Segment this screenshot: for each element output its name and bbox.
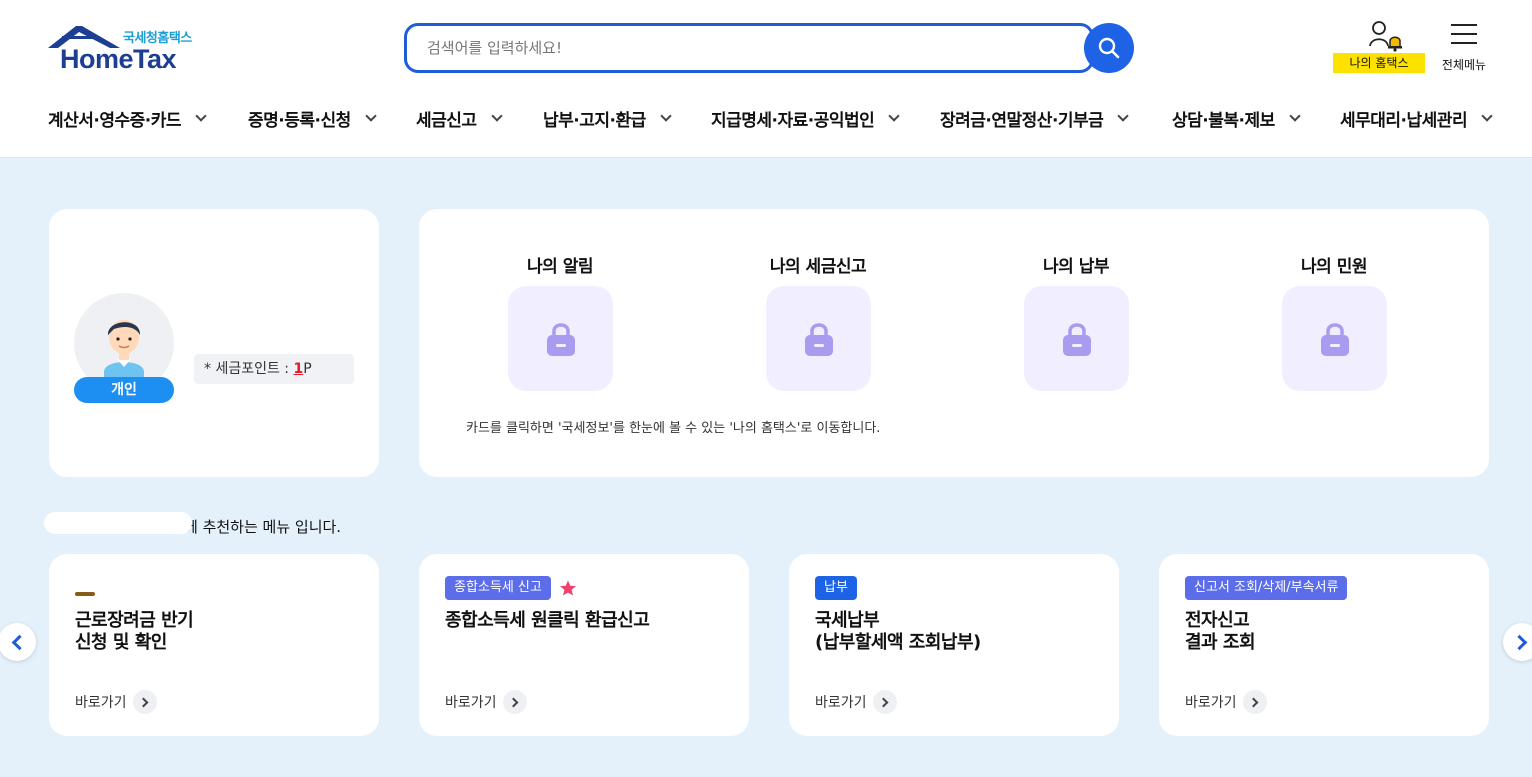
card-title: 종합소득세 원클릭 환급신고 — [445, 610, 650, 631]
card-tag: 신고서 조회/삭제/부속서류 — [1185, 576, 1348, 600]
chevron-down-icon — [888, 109, 900, 122]
card-tagline: 종합소득세 신고 — [445, 576, 577, 600]
my-hometax-button[interactable]: 나의 홈택스 — [1333, 20, 1425, 74]
all-menu-label: 전체메뉴 — [1441, 58, 1487, 72]
user-bell-icon — [1369, 20, 1403, 56]
lock-box — [1282, 286, 1387, 391]
go-link[interactable]: 바로가기 — [1185, 690, 1267, 714]
search-box — [404, 23, 1094, 73]
card-tag: 납부 — [815, 576, 857, 600]
go-label: 바로가기 — [445, 695, 497, 711]
chevron-left-icon — [11, 634, 28, 650]
chevron-down-icon — [365, 109, 377, 122]
gnb-item-incentives[interactable]: 장려금·연말정산·기부금 — [940, 104, 1129, 132]
chevron-down-icon — [1289, 109, 1301, 122]
carousel-next-button[interactable] — [1503, 623, 1532, 661]
go-link[interactable]: 바로가기 — [815, 690, 897, 714]
header: 국세청홈택스 HomeTax 나의 홈택스 전체메뉴 계산서·영수증·카드 증명… — [0, 0, 1532, 158]
my-item-title: 나의 세금신고 — [769, 257, 867, 277]
logo-title: HomeTax — [60, 44, 177, 74]
gnb-label: 세금신고 — [416, 110, 477, 131]
card-title: 국세납부 (납부할세액 조회납부) — [815, 610, 981, 653]
go-link[interactable]: 바로가기 — [445, 690, 527, 714]
go-link[interactable]: 바로가기 — [75, 690, 157, 714]
card-tagline — [75, 576, 95, 600]
my-item-title: 나의 민원 — [1301, 257, 1367, 277]
gnb-item-payment[interactable]: 납부·고지·환급 — [543, 104, 672, 132]
tax-points-value[interactable]: 1 — [293, 361, 303, 377]
my-hometax-label: 나의 홈택스 — [1333, 53, 1425, 73]
gnb-item-tax-agent[interactable]: 세무대리·납세관리 — [1340, 104, 1493, 132]
my-alerts-item[interactable]: 나의 알림 — [480, 252, 640, 392]
search-input[interactable] — [427, 36, 1067, 60]
gnb-label: 세무대리·납세관리 — [1340, 110, 1468, 131]
masked-username — [44, 512, 192, 534]
gnb-label: 계산서·영수증·카드 — [48, 110, 182, 131]
lock-box — [766, 286, 871, 391]
gnb-item-receipts[interactable]: 계산서·영수증·카드 — [48, 104, 207, 132]
recommend-card[interactable]: 근로장려금 반기 신청 및 확인 바로가기 — [49, 554, 379, 736]
hamburger-icon — [1451, 24, 1477, 51]
hometax-logo[interactable]: 국세청홈택스 HomeTax — [48, 24, 203, 76]
card-tag: 종합소득세 신고 — [445, 576, 551, 600]
gnb-label: 증명·등록·신청 — [248, 110, 351, 131]
go-label: 바로가기 — [815, 695, 867, 711]
chevron-down-icon — [195, 109, 207, 122]
all-menu-button[interactable]: 전체메뉴 — [1437, 20, 1491, 74]
my-civil-petition-item[interactable]: 나의 민원 — [1254, 252, 1414, 392]
tag-dash — [75, 592, 95, 596]
my-tax-report-item[interactable]: 나의 세금신고 — [738, 252, 898, 392]
chevron-down-icon — [1481, 109, 1493, 122]
gnb-label: 상담·불복·제보 — [1172, 110, 1275, 131]
profile-card: 개인 * 세금포인트 : 1P — [49, 209, 379, 477]
gnb-item-consulting[interactable]: 상담·불복·제보 — [1172, 104, 1301, 132]
star-icon — [559, 580, 576, 596]
gnb-item-statements[interactable]: 지급명세·자료·공익법인 — [711, 104, 900, 132]
chevron-right-icon — [1242, 690, 1267, 714]
my-hometax-card: 나의 알림 나의 세금신고 나의 납부 나의 민원 카드를 클릭하면 '국세정보… — [419, 209, 1489, 477]
lock-icon — [804, 322, 833, 356]
tax-points-label: * 세금포인트 : — [204, 361, 294, 377]
go-label: 바로가기 — [1185, 695, 1237, 711]
chevron-down-icon — [490, 109, 503, 122]
chevron-right-icon — [132, 690, 157, 714]
card-tagline: 납부 — [815, 576, 857, 600]
gnb-item-tax-report[interactable]: 세금신고 — [416, 104, 503, 132]
lock-icon — [546, 322, 575, 356]
recommend-card[interactable]: 납부 국세납부 (납부할세액 조회납부) 바로가기 — [789, 554, 1119, 736]
lock-box — [508, 286, 613, 391]
lock-icon — [1320, 322, 1349, 356]
tax-points[interactable]: * 세금포인트 : 1P — [194, 354, 354, 384]
lock-icon — [1062, 322, 1091, 356]
chevron-down-icon — [1117, 109, 1129, 122]
recommend-card[interactable]: 신고서 조회/삭제/부속서류 전자신고 결과 조회 바로가기 — [1159, 554, 1489, 736]
chevron-down-icon — [660, 109, 672, 122]
tax-points-unit: P — [303, 361, 312, 377]
my-payment-item[interactable]: 나의 납부 — [996, 252, 1156, 392]
carousel-prev-button[interactable] — [0, 623, 36, 661]
card-title: 근로장려금 반기 신청 및 확인 — [75, 610, 194, 653]
go-label: 바로가기 — [75, 695, 127, 711]
search-button[interactable] — [1084, 23, 1134, 73]
global-nav: 계산서·영수증·카드 증명·등록·신청 세금신고 납부·고지·환급 지급명세·자… — [0, 104, 1532, 134]
gnb-label: 납부·고지·환급 — [543, 110, 646, 131]
chevron-right-icon — [1511, 634, 1528, 650]
gnb-label: 지급명세·자료·공익법인 — [711, 110, 875, 131]
user-type-badge: 개인 — [74, 377, 174, 403]
lock-box — [1024, 286, 1129, 391]
gnb-item-certificates[interactable]: 증명·등록·신청 — [248, 104, 377, 132]
gnb-label: 장려금·연말정산·기부금 — [940, 110, 1104, 131]
recommend-title-text: 께 추천하는 메뉴 입니다. — [184, 518, 342, 536]
my-item-title: 나의 알림 — [527, 257, 593, 277]
card-title: 전자신고 결과 조회 — [1185, 610, 1256, 653]
card-tagline: 신고서 조회/삭제/부속서류 — [1185, 576, 1348, 600]
my-item-title: 나의 납부 — [1043, 257, 1109, 277]
search-icon — [1098, 37, 1120, 59]
chevron-right-icon — [502, 690, 527, 714]
my-hometax-note: 카드를 클릭하면 '국세정보'를 한눈에 볼 수 있는 '나의 홈택스'로 이동… — [466, 421, 881, 436]
recommend-card[interactable]: 종합소득세 신고 종합소득세 원클릭 환급신고 바로가기 — [419, 554, 749, 736]
chevron-right-icon — [872, 690, 897, 714]
